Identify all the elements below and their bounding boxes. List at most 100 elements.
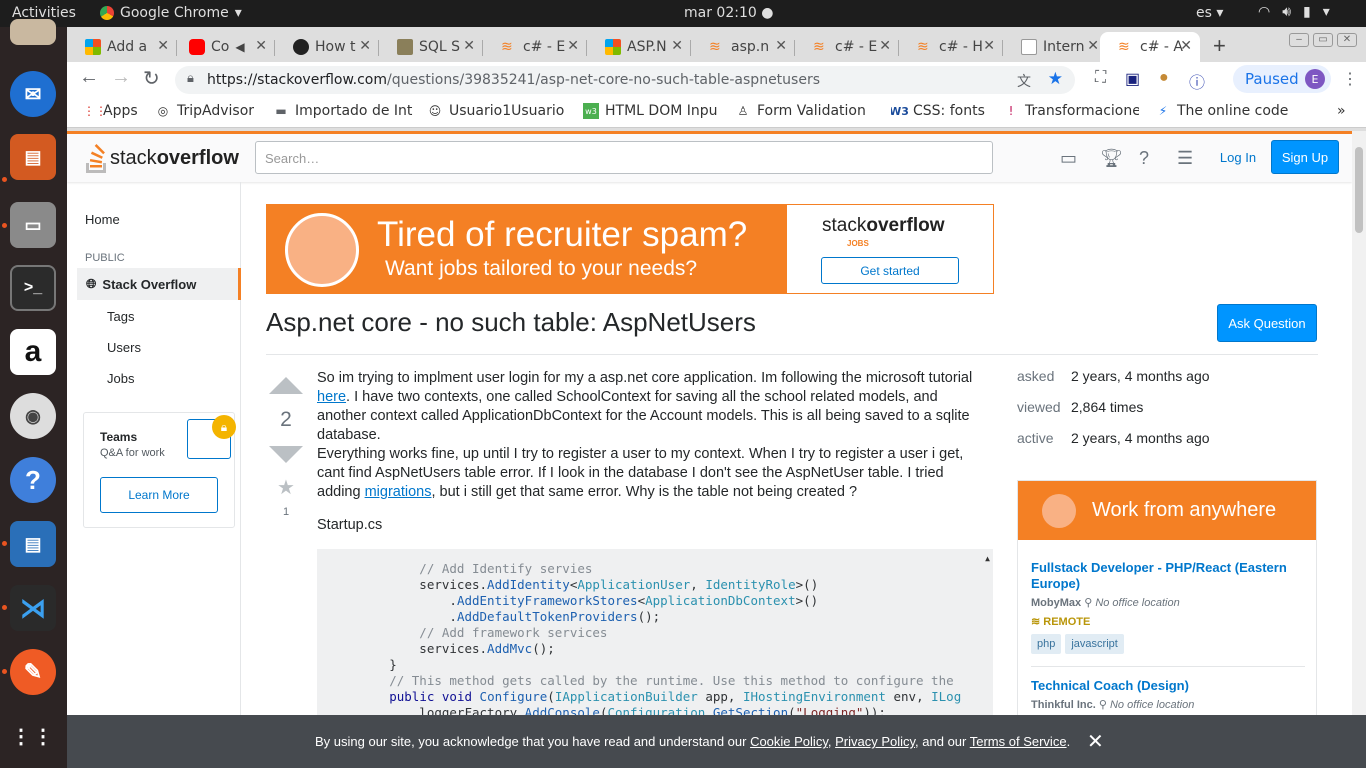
close-icon[interactable]: ✕ <box>775 38 787 54</box>
bookmark-usuario[interactable]: ☺ Usuario1Usuario <box>427 103 567 119</box>
close-icon[interactable]: ✕ <box>1087 729 1104 754</box>
tab-10[interactable]: Intern ✕ <box>1003 32 1107 62</box>
screenshot-extension-icon[interactable]: ⛶ <box>1095 69 1106 87</box>
migrations-link[interactable]: migrations <box>365 484 432 500</box>
bookmark-apps[interactable]: ⋮⋮⋮Apps <box>81 103 138 119</box>
close-icon[interactable]: ✕ <box>1087 38 1099 54</box>
bookmark-transformaciones[interactable]: ǃ Transformacione <box>1003 103 1139 119</box>
tab-8[interactable]: ≋ c# - E ✕ <box>795 32 899 62</box>
thunderbird-icon[interactable]: ✉ <box>10 71 56 117</box>
tab-11-active[interactable]: ≋ c# - A ✕ <box>1100 32 1200 62</box>
postman-icon[interactable]: ✎ <box>10 649 56 695</box>
signup-button[interactable]: Sign Up <box>1271 140 1339 174</box>
cookie-policy-link[interactable]: Cookie Policy <box>750 734 828 749</box>
nav-jobs[interactable]: Jobs <box>107 371 134 386</box>
tab-5[interactable]: ≋ c# - E ✕ <box>483 32 587 62</box>
back-button[interactable]: ← <box>79 66 99 89</box>
tab-9[interactable]: ≋ c# - H ✕ <box>899 32 1003 62</box>
terms-link[interactable]: Terms of Service <box>970 734 1067 749</box>
close-icon[interactable]: ✕ <box>359 38 371 54</box>
tab-3[interactable]: How t ✕ <box>275 32 379 62</box>
impress-icon[interactable]: ▤ <box>10 134 56 180</box>
close-icon[interactable]: ✕ <box>983 38 995 54</box>
show-apps-icon[interactable]: ⋮⋮ <box>10 713 56 759</box>
nav-home[interactable]: Home <box>85 212 120 227</box>
forward-button[interactable]: → <box>111 66 131 89</box>
close-icon[interactable]: ✕ <box>255 38 267 54</box>
close-icon[interactable]: ✕ <box>157 38 169 54</box>
writer-icon[interactable]: ▤ <box>10 521 56 567</box>
extension-icon[interactable]: ⓘ <box>1189 69 1205 93</box>
help-icon[interactable]: ? <box>10 457 56 503</box>
job-listing[interactable]: Fullstack Developer - PHP/React (Eastern… <box>1031 560 1305 667</box>
tag-javascript[interactable]: javascript <box>1065 634 1124 654</box>
tab-7[interactable]: ≋ asp.n ✕ <box>691 32 795 62</box>
upvote-arrow-icon[interactable] <box>269 377 303 394</box>
scrollbar-thumb[interactable] <box>1355 147 1363 233</box>
reload-button[interactable]: ↻ <box>143 66 160 91</box>
bookmark-html-dom[interactable]: w3 HTML DOM Inpu <box>583 103 721 119</box>
jobs-ad-banner[interactable]: Tired of recruiter spam? Want jobs tailo… <box>266 204 994 294</box>
star-icon[interactable]: ★ <box>1048 69 1063 89</box>
close-icon[interactable]: ✕ <box>1180 38 1192 54</box>
text-editor-icon[interactable] <box>10 19 56 45</box>
amazon-icon[interactable]: a <box>10 329 56 375</box>
site-switcher-icon[interactable]: ☰ <box>1177 148 1193 169</box>
rhythmbox-icon[interactable]: ◉ <box>10 393 56 439</box>
vscode-icon[interactable]: ⋊ <box>10 585 56 631</box>
job-listing[interactable]: Technical Coach (Design) Thinkful Inc. ⚲… <box>1031 678 1305 711</box>
close-icon[interactable]: ✕ <box>567 38 579 54</box>
language-indicator[interactable]: es ▾ <box>1196 5 1223 21</box>
bookmark-form-validation[interactable]: ♙ Form Validation <box>735 103 875 119</box>
close-icon[interactable]: ✕ <box>879 38 891 54</box>
get-started-button[interactable]: Get started <box>821 257 959 284</box>
privacy-policy-link[interactable]: Privacy Policy <box>835 734 915 749</box>
cookie-extension-icon[interactable]: ● <box>1159 69 1169 87</box>
learn-more-button[interactable]: Learn More <box>100 477 218 513</box>
tag-php[interactable]: php <box>1031 634 1062 654</box>
tutorial-link[interactable]: here <box>317 389 346 405</box>
close-icon[interactable]: ✕ <box>463 38 475 54</box>
close-icon[interactable]: ✕ <box>671 38 683 54</box>
address-bar[interactable]: 🔒︎ https://stackoverflow.com/questions/3… <box>175 66 1075 94</box>
inbox-icon[interactable]: ▭ <box>1060 148 1077 169</box>
help-icon[interactable]: ? <box>1139 148 1149 169</box>
question-title[interactable]: Asp.net core - no such table: AspNetUser… <box>266 307 756 338</box>
app-menu[interactable]: Google Chrome ▾ <box>100 5 242 21</box>
job-title[interactable]: Fullstack Developer - PHP/React (Eastern… <box>1031 560 1305 592</box>
login-button[interactable]: Log In <box>1209 140 1267 174</box>
terminal-icon[interactable]: >_ <box>10 265 56 311</box>
profile-button[interactable]: Paused E <box>1233 65 1331 93</box>
ask-question-button[interactable]: Ask Question <box>1217 304 1317 342</box>
favorite-star-icon[interactable]: ★ <box>266 475 306 500</box>
system-tray[interactable]: ◠ 🔊︎ ▮ ▾ <box>1258 4 1330 20</box>
tab-2[interactable]: Co ◀︎ ✕ <box>171 32 275 62</box>
window-close-button[interactable]: ✕ <box>1337 33 1357 47</box>
tab-1[interactable]: Add a ✕ <box>67 32 177 62</box>
tab-6[interactable]: ASP.N ✕ <box>587 32 691 62</box>
maximize-button[interactable]: ▭ <box>1313 33 1333 47</box>
bookmark-css-fonts[interactable]: W3 CSS: fonts <box>891 103 985 119</box>
minimize-button[interactable]: – <box>1289 33 1309 47</box>
jobs-widget-header[interactable]: Work from anywhere <box>1018 481 1316 540</box>
nav-users[interactable]: Users <box>107 340 141 355</box>
tab-4[interactable]: SQL S ✕ <box>379 32 483 62</box>
achievements-icon[interactable]: 🏆︎ <box>1100 148 1123 169</box>
bookmark-tripadvisor[interactable]: ◎ TripAdvisor <box>155 103 254 119</box>
page-scrollbar[interactable] <box>1352 131 1366 715</box>
new-tab-button[interactable]: + <box>1213 33 1226 59</box>
translate-icon[interactable]: 文 <box>1017 71 1031 91</box>
reader-extension-icon[interactable]: ▣ <box>1125 69 1140 89</box>
so-logo[interactable]: stack overflow <box>84 143 239 173</box>
menu-icon[interactable]: ⋮ <box>1342 69 1358 89</box>
downvote-arrow-icon[interactable] <box>269 446 303 463</box>
scroll-up-icon[interactable]: ▲ <box>985 551 990 567</box>
nav-stackoverflow[interactable]: 🌐︎ Stack Overflow <box>77 268 241 300</box>
nav-tags[interactable]: Tags <box>107 309 134 324</box>
clock[interactable]: mar 02:10 ● <box>684 5 773 21</box>
code-block[interactable]: ▲ // Add Identify servies services.AddId… <box>317 549 993 715</box>
bookmark-online-code[interactable]: ⚡︎ The online code <box>1155 103 1315 119</box>
job-title[interactable]: Technical Coach (Design) <box>1031 678 1305 694</box>
bookmark-folder[interactable]: ▬ Importado de Int <box>273 103 413 119</box>
bookmarks-overflow-button[interactable]: » <box>1337 103 1346 119</box>
